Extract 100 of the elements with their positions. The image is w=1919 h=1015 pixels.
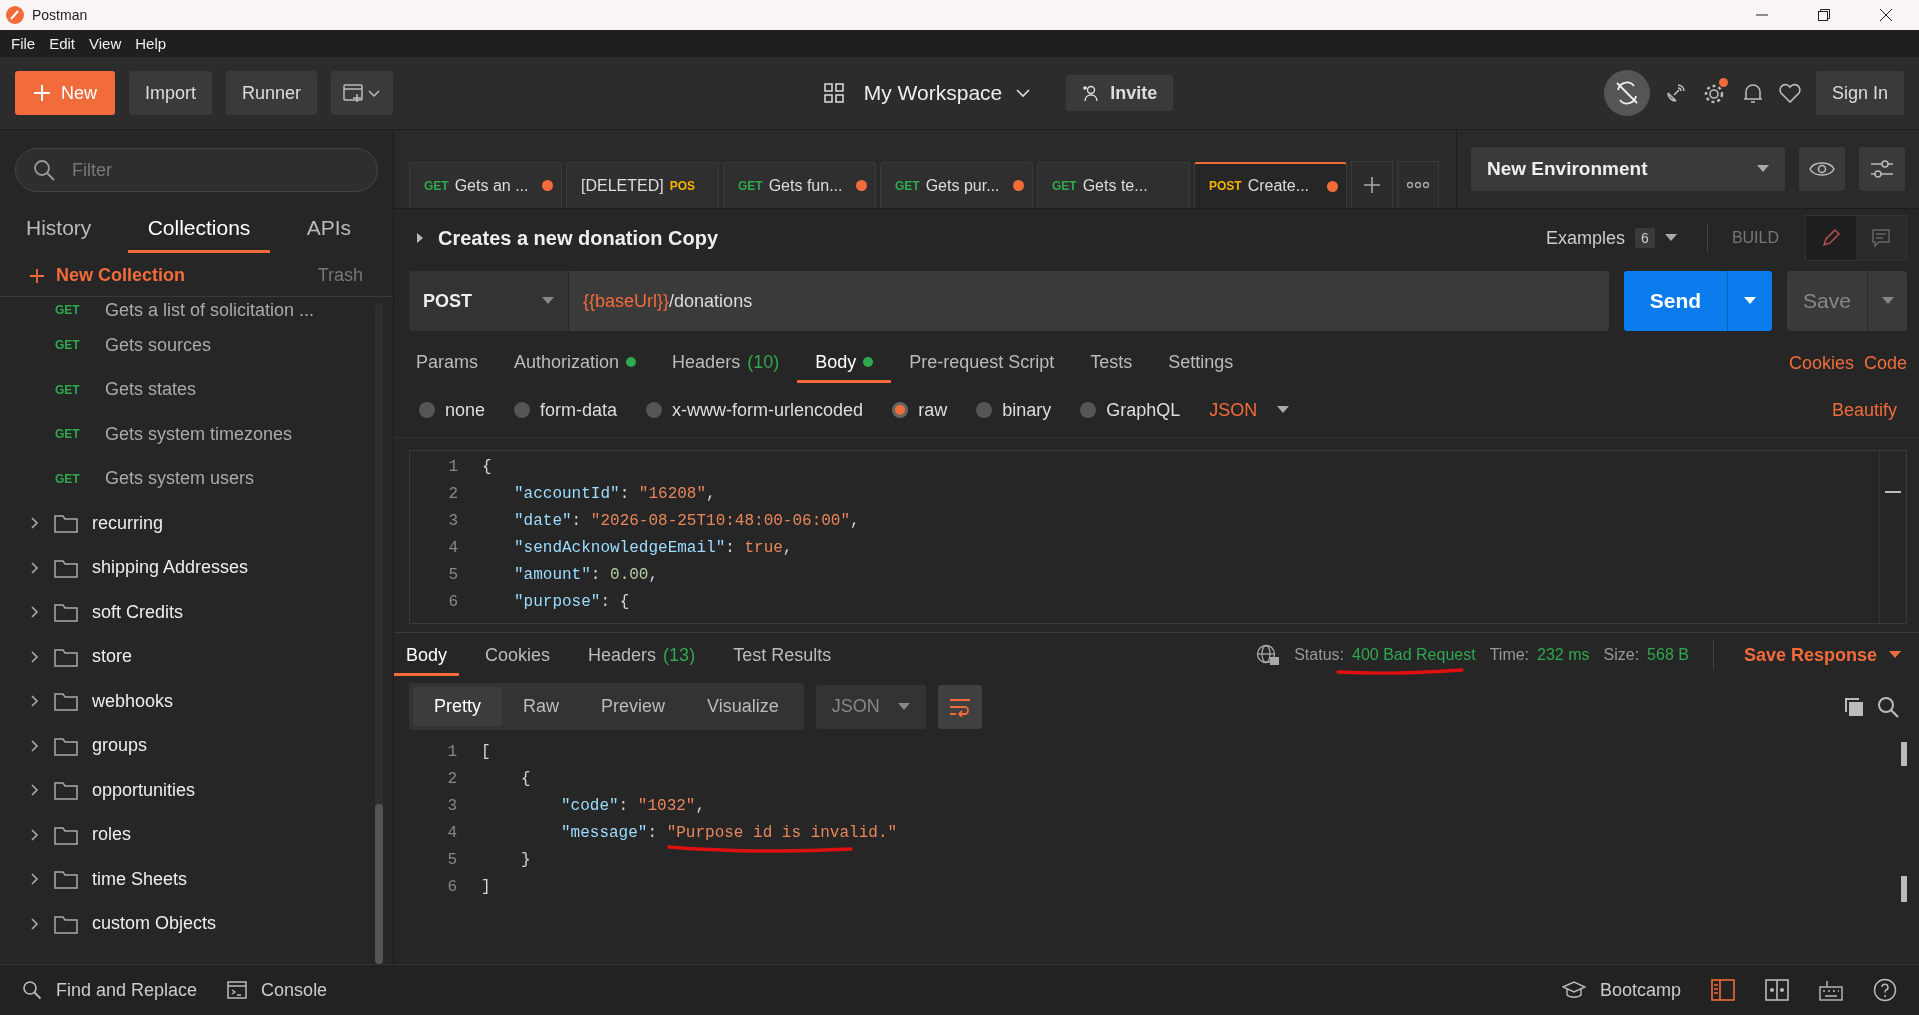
request-tab[interactable]: GET Gets te... [1037, 162, 1190, 208]
format-dropdown[interactable]: JSON [1203, 398, 1296, 422]
new-window-button[interactable] [331, 71, 394, 115]
wrap-button[interactable] [937, 684, 982, 729]
globe-lock-icon[interactable] [1256, 644, 1281, 666]
response-tab[interactable]: Body [394, 634, 460, 676]
body-type-radio[interactable]: binary [976, 399, 1052, 421]
workspace-dropdown[interactable]: My Workspace [857, 80, 1037, 106]
single-pane-icon[interactable] [1711, 979, 1735, 1001]
view-tab[interactable]: Raw [502, 687, 581, 726]
request-option-tab[interactable]: Authorization [496, 343, 655, 383]
menu-item[interactable]: Edit [42, 35, 83, 52]
find-replace-button[interactable]: Find and Replace [22, 979, 198, 1001]
view-tab[interactable]: Preview [580, 687, 687, 726]
request-title: Creates a new donation Copy [438, 226, 719, 250]
send-button[interactable]: Send [1624, 271, 1727, 331]
link[interactable]: Code [1863, 352, 1907, 374]
heart-icon[interactable] [1777, 82, 1802, 104]
code-line: ] [481, 877, 491, 896]
runner-button[interactable]: Runner [226, 71, 318, 115]
request-tab[interactable]: GET Gets fun... [723, 162, 876, 208]
folder-item[interactable]: time Sheets [0, 857, 375, 902]
request-item[interactable]: GET Gets system timezones [0, 412, 375, 457]
method-dropdown[interactable]: POST [409, 271, 569, 331]
line-number: 4 [446, 823, 457, 842]
folder-icon [54, 913, 78, 934]
folder-item[interactable]: store [0, 634, 375, 679]
sidebar-tab[interactable]: History [26, 204, 112, 253]
body-type-radio[interactable]: GraphQL [1080, 399, 1181, 421]
folder-item[interactable]: soft Credits [0, 590, 375, 635]
environment-dropdown[interactable]: New Environment [1471, 147, 1785, 191]
sync-off-icon[interactable] [1603, 70, 1650, 116]
response-tab[interactable]: Headers (13) [576, 634, 708, 676]
folder-item[interactable]: recurring [0, 501, 375, 546]
format-dropdown[interactable]: JSON [815, 684, 926, 729]
copy-icon[interactable] [1843, 695, 1865, 718]
two-pane-icon[interactable] [1765, 979, 1789, 1001]
size-value: 568 B [1647, 646, 1689, 664]
request-option-tab[interactable]: Tests [1072, 343, 1151, 383]
request-tab[interactable]: GET Gets pur... [880, 162, 1033, 208]
code-editor[interactable]: 1 { 2 "accountId": "16208", 3 "date": "2026-08-25T10:48:00-06:00", 4 "sendAcknowledgeEmail": true, 5 "amount": 0.00, 6 "purpose": { [409, 450, 1907, 624]
restore-icon[interactable] [1817, 8, 1831, 22]
line-number: 4 [447, 538, 458, 557]
help-icon[interactable] [1873, 978, 1897, 1002]
request-option-tab[interactable]: Pre-request Script [891, 343, 1073, 383]
response-tab[interactable]: Cookies [473, 634, 563, 676]
menu-item[interactable]: View [82, 35, 129, 52]
keyboard-icon[interactable] [1819, 979, 1843, 1001]
folder-item[interactable]: groups [0, 723, 375, 768]
save-response-button[interactable]: Save Response [1737, 643, 1907, 667]
request-item[interactable]: GET Gets sources [0, 323, 375, 368]
add-tab-icon[interactable] [1351, 161, 1393, 208]
console-button[interactable]: Console [227, 979, 328, 1001]
filter-field[interactable]: Filter [15, 148, 378, 192]
folder-item[interactable]: custom Objects [0, 901, 375, 946]
sidebar-tab[interactable]: APIs [286, 204, 371, 253]
close-icon[interactable] [1879, 8, 1893, 22]
graduation-cap-icon [1561, 981, 1586, 999]
request-item[interactable]: GET Gets states [0, 367, 375, 412]
request-item[interactable]: GET Gets system users [0, 456, 375, 501]
folder-icon [54, 780, 78, 801]
request-option-tab[interactable]: Headers (10) [654, 343, 798, 383]
plus-icon [33, 84, 51, 102]
bootcamp-button[interactable]: Bootcamp [1561, 979, 1681, 1001]
examples-dropdown[interactable]: Examples 6 [1540, 226, 1683, 250]
request-tab[interactable]: GET Gets an ... [409, 162, 562, 208]
body-type-radio[interactable]: x-www-form-urlencoded [646, 399, 864, 421]
folder-item[interactable]: opportunities [0, 768, 375, 813]
request-option-tab[interactable]: Params [416, 343, 496, 383]
eye-button[interactable] [1799, 147, 1845, 191]
url-field[interactable]: {{baseUrl}}/donations [569, 271, 1609, 331]
expand-icon[interactable] [416, 232, 424, 244]
body-type-radio[interactable]: raw [892, 399, 948, 421]
scrollbar[interactable] [375, 303, 383, 964]
sidebar-tab[interactable]: Collections [127, 204, 271, 253]
body-type-radio[interactable]: form-data [514, 399, 618, 421]
request-tab[interactable]: POST Create... [1194, 162, 1347, 208]
folder-item[interactable]: shipping Addresses [0, 545, 375, 590]
new-collection-button[interactable]: New Collection [30, 265, 185, 286]
more-icon[interactable] [1397, 161, 1439, 208]
menu-item[interactable]: File [4, 35, 43, 52]
search-icon[interactable] [1877, 695, 1899, 718]
import-button[interactable]: Import [129, 71, 213, 115]
sign-in-button[interactable]: Sign In [1815, 71, 1904, 115]
request-item[interactable]: GET Gets a list of solicitation ... [0, 297, 375, 323]
menu-item[interactable]: Help [128, 35, 174, 52]
body-type-radio[interactable]: none [419, 399, 486, 421]
view-tab[interactable]: Pretty [413, 687, 502, 726]
view-tab[interactable]: Visualize [686, 687, 800, 726]
request-option-tab[interactable]: Body [797, 343, 892, 383]
folder-item[interactable]: roles [0, 812, 375, 857]
folder-item[interactable]: webhooks [0, 679, 375, 724]
invite-button[interactable]: Invite [1066, 75, 1174, 111]
beautify-link[interactable]: Beautify [1831, 399, 1897, 421]
link[interactable]: Cookies [1788, 352, 1854, 374]
sliders-button[interactable] [1859, 147, 1905, 191]
bell-icon[interactable] [1741, 81, 1764, 105]
response-tab[interactable]: Test Results [721, 634, 844, 676]
request-option-tab[interactable]: Settings [1150, 343, 1252, 383]
request-tab[interactable]: [DELETED] POS [566, 162, 719, 208]
